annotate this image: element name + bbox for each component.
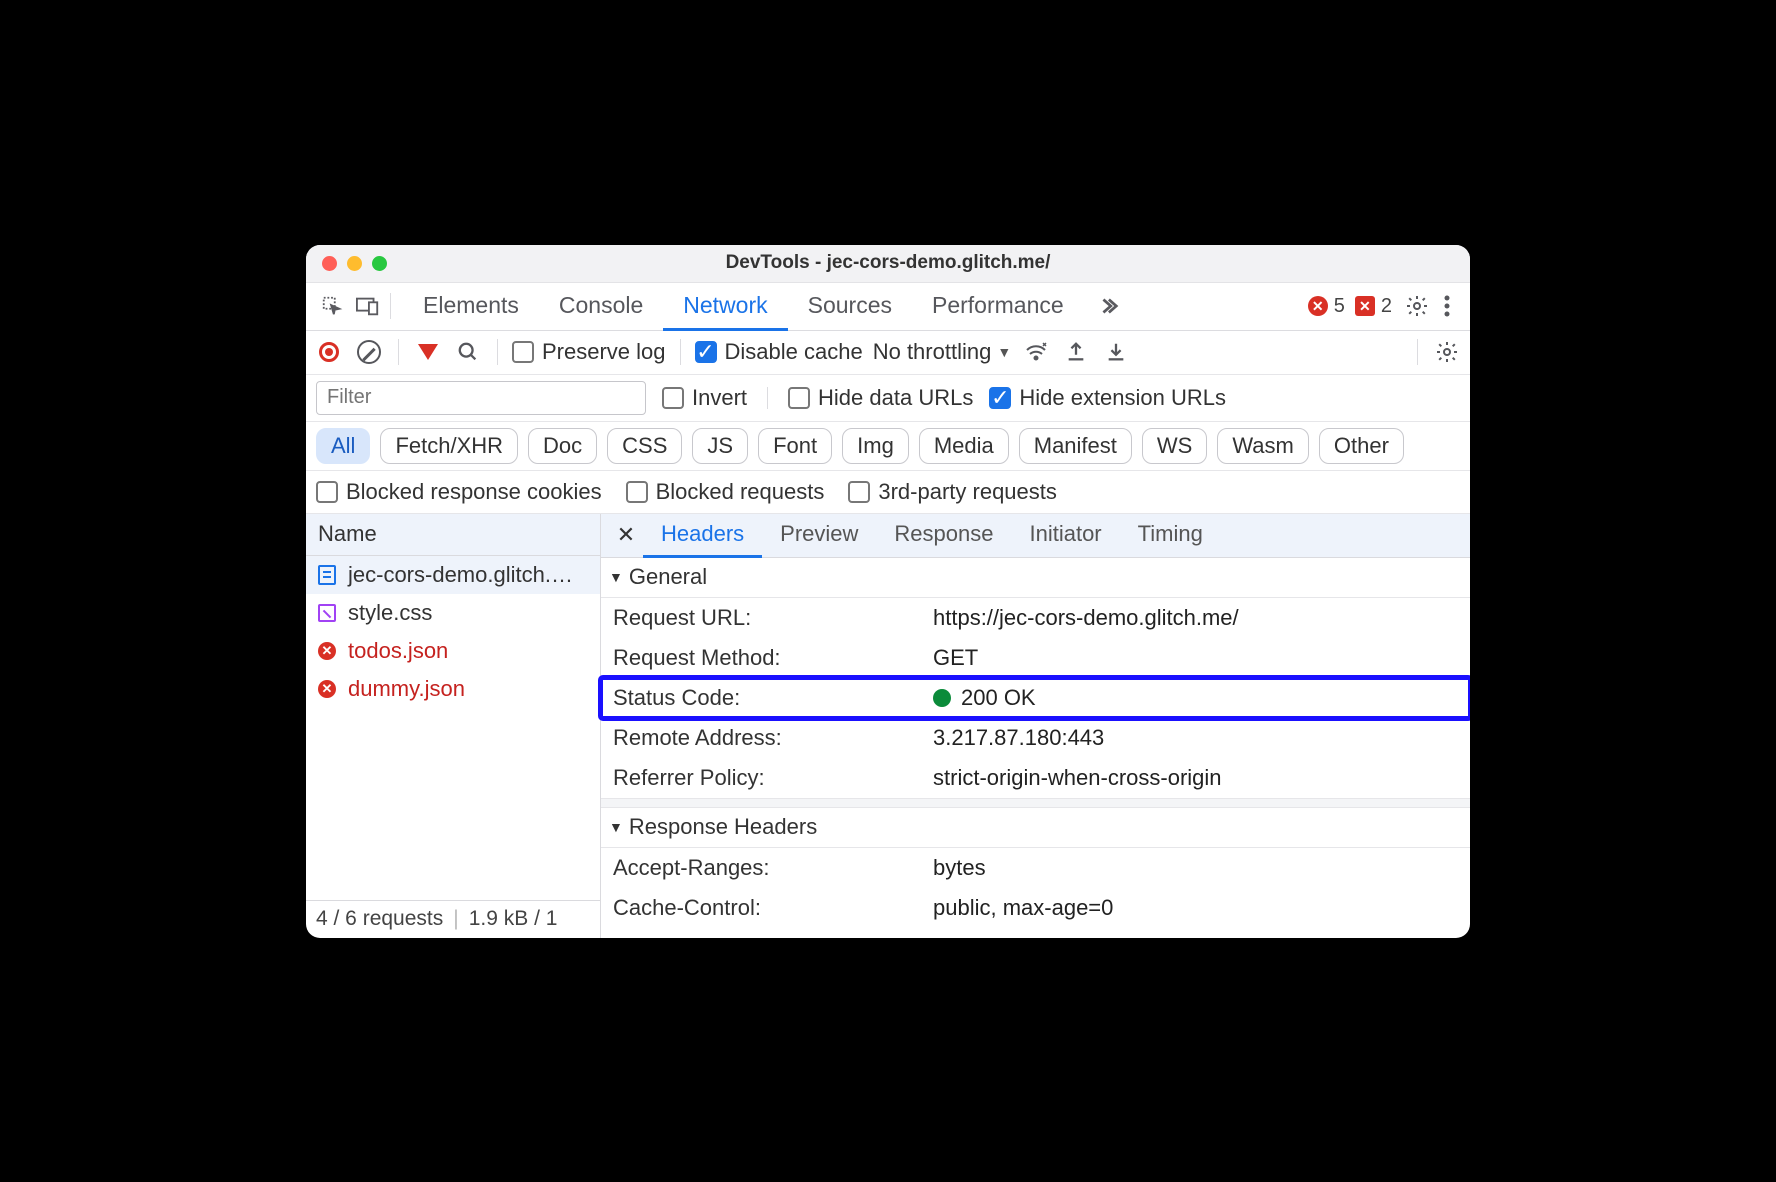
details-tab-initiator[interactable]: Initiator [1011,512,1119,558]
network-conditions-icon[interactable] [1021,337,1051,367]
details-tab-headers[interactable]: Headers [643,512,762,558]
request-name: jec-cors-demo.glitch.… [348,562,573,588]
preserve-log-checkbox[interactable]: Preserve log [512,339,666,365]
titlebar: DevTools - jec-cors-demo.glitch.me/ [306,245,1470,283]
export-har-icon[interactable] [1101,337,1131,367]
hide-data-urls-checkbox[interactable]: Hide data URLs [788,385,973,411]
chip-ws[interactable]: WS [1142,428,1207,464]
details-tab-timing[interactable]: Timing [1120,512,1221,558]
details-tab-response[interactable]: Response [876,512,1011,558]
request-count-status: 4 / 6 requests [316,907,443,931]
request-list: jec-cors-demo.glitch.… style.css ✕ todos… [306,556,600,900]
network-toolbar: Preserve log ✓Disable cache No throttlin… [306,331,1470,375]
document-icon [316,564,338,586]
request-list-panel: Name jec-cors-demo.glitch.… style.css ✕ … [306,514,601,938]
inspect-element-icon[interactable] [314,288,350,324]
chip-font[interactable]: Font [758,428,832,464]
issue-badge[interactable]: ✕ 2 [1355,295,1392,318]
issue-count: 2 [1381,295,1392,318]
request-row[interactable]: jec-cors-demo.glitch.… [306,556,600,594]
error-icon: ✕ [316,640,338,662]
device-toolbar-icon[interactable] [350,288,386,324]
filter-row: Invert Hide data URLs ✓Hide extension UR… [306,375,1470,422]
separator [390,293,391,319]
clear-icon[interactable] [354,337,384,367]
error-icon: ✕ [1308,296,1328,316]
blocked-requests-checkbox[interactable]: Blocked requests [626,479,825,505]
chip-other[interactable]: Other [1319,428,1404,464]
request-details-panel: ✕ Headers Preview Response Initiator Tim… [601,514,1470,938]
main-tabs-row: Elements Console Network Sources Perform… [306,283,1470,331]
status-code-row: Status Code: 200 OK [601,678,1470,718]
issue-icon: ✕ [1355,296,1375,316]
devtools-window: DevTools - jec-cors-demo.glitch.me/ Elem… [306,245,1470,938]
filter-toggle-icon[interactable] [413,337,443,367]
third-party-checkbox[interactable]: 3rd-party requests [848,479,1057,505]
kebab-menu-icon[interactable] [1432,295,1462,317]
chip-media[interactable]: Media [919,428,1009,464]
status-bar: 4 / 6 requests | 1.9 kB / 1 [306,900,600,938]
response-headers-section-header[interactable]: ▼ Response Headers [601,808,1470,848]
chip-wasm[interactable]: Wasm [1217,428,1309,464]
more-tabs-chevron-icon[interactable] [1090,288,1126,324]
chip-all[interactable]: All [316,428,370,464]
chip-img[interactable]: Img [842,428,909,464]
close-details-icon[interactable]: ✕ [609,522,643,548]
tab-console[interactable]: Console [539,282,663,331]
caret-down-icon: ▼ [997,344,1011,360]
record-icon[interactable] [314,337,344,367]
transfer-size-status: 1.9 kB / 1 [469,907,558,931]
tab-network[interactable]: Network [663,282,787,331]
details-tab-preview[interactable]: Preview [762,512,876,558]
name-column-header[interactable]: Name [306,514,600,556]
window-title: DevTools - jec-cors-demo.glitch.me/ [306,252,1470,274]
request-row[interactable]: style.css [306,594,600,632]
request-row[interactable]: ✕ todos.json [306,632,600,670]
throttling-dropdown[interactable]: No throttling ▼ [873,339,1011,365]
status-ok-icon [933,689,951,707]
chip-js[interactable]: JS [692,428,748,464]
filter-input[interactable] [316,381,646,415]
request-name: todos.json [348,638,448,664]
chip-css[interactable]: CSS [607,428,682,464]
disclosure-triangle-icon: ▼ [609,569,623,585]
chip-doc[interactable]: Doc [528,428,597,464]
extra-filters-row: Blocked response cookies Blocked request… [306,471,1470,514]
request-name: style.css [348,600,432,626]
chip-fetch-xhr[interactable]: Fetch/XHR [380,428,518,464]
search-icon[interactable] [453,337,483,367]
main-tabs: Elements Console Network Sources Perform… [403,282,1084,331]
stylesheet-icon [316,602,338,624]
invert-checkbox[interactable]: Invert [662,385,747,411]
error-count: 5 [1334,295,1345,318]
general-row: Referrer Policy: strict-origin-when-cros… [601,758,1470,798]
disclosure-triangle-icon: ▼ [609,819,623,835]
request-name: dummy.json [348,676,465,702]
type-filter-chips: All Fetch/XHR Doc CSS JS Font Img Media … [306,422,1470,471]
general-section-header[interactable]: ▼ General [601,558,1470,598]
hide-extension-urls-checkbox[interactable]: ✓Hide extension URLs [989,385,1226,411]
import-har-icon[interactable] [1061,337,1091,367]
main-split: Name jec-cors-demo.glitch.… style.css ✕ … [306,514,1470,938]
general-row: Request URL: https://jec-cors-demo.glitc… [601,598,1470,638]
tab-sources[interactable]: Sources [788,282,912,331]
chip-manifest[interactable]: Manifest [1019,428,1132,464]
details-tabs: ✕ Headers Preview Response Initiator Tim… [601,514,1470,558]
settings-icon[interactable] [1402,294,1432,318]
blocked-cookies-checkbox[interactable]: Blocked response cookies [316,479,602,505]
error-badge[interactable]: ✕ 5 [1308,295,1345,318]
general-row: Remote Address: 3.217.87.180:443 [601,718,1470,758]
response-header-row: Accept-Ranges: bytes [601,848,1470,888]
response-header-row: Cache-Control: public, max-age=0 [601,888,1470,928]
error-icon: ✕ [316,678,338,700]
disable-cache-checkbox[interactable]: ✓Disable cache [695,339,863,365]
tab-performance[interactable]: Performance [912,282,1084,331]
request-row[interactable]: ✕ dummy.json [306,670,600,708]
network-settings-icon[interactable] [1432,337,1462,367]
general-row: Request Method: GET [601,638,1470,678]
tab-elements[interactable]: Elements [403,282,539,331]
